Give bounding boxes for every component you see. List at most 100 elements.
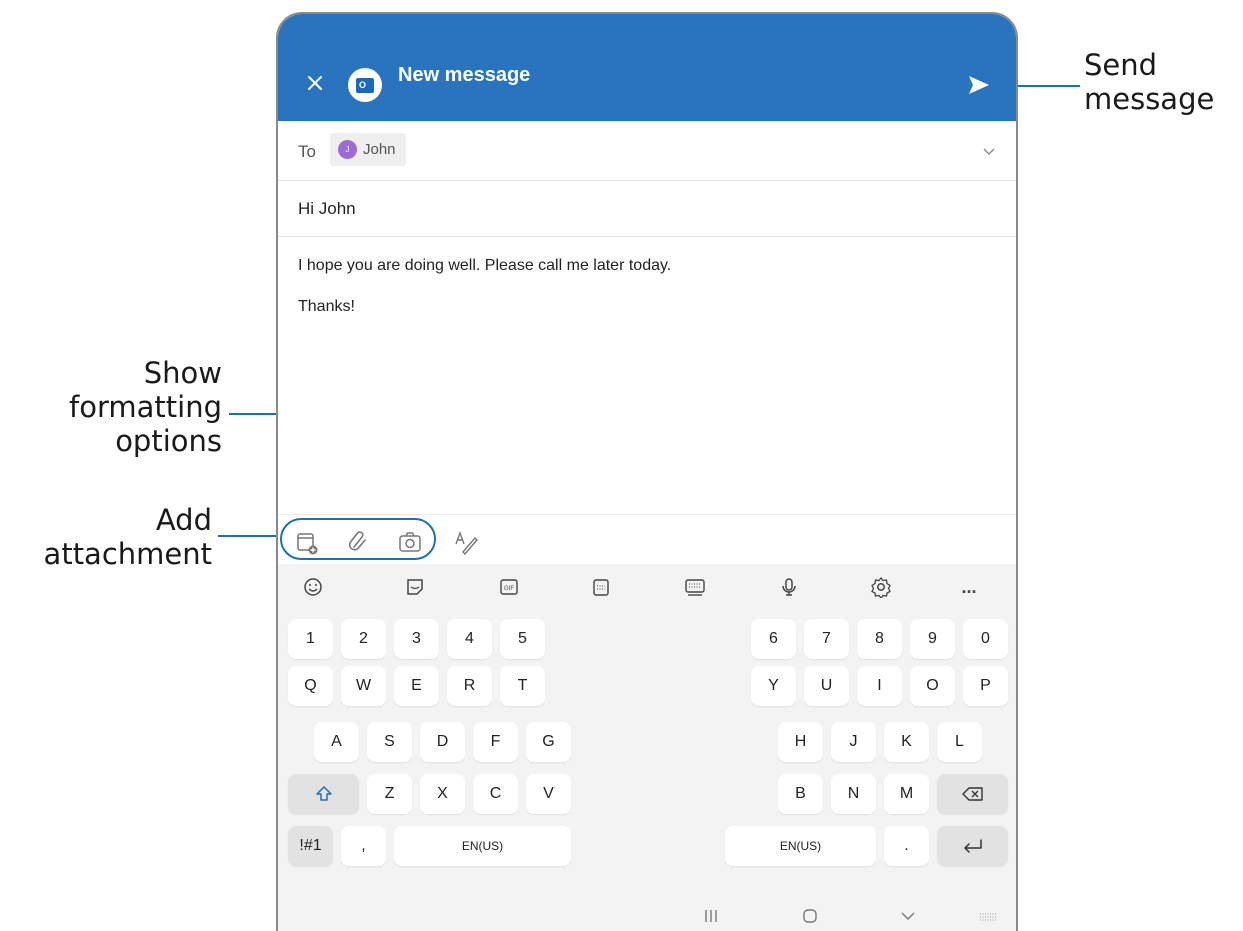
key-2[interactable]: 2 (341, 619, 386, 659)
key-f[interactable]: F (473, 722, 518, 762)
key-label: F (490, 733, 501, 750)
recent-apps-icon[interactable] (704, 908, 718, 929)
key-n[interactable]: N (831, 774, 876, 814)
navigation-bar (278, 902, 1016, 931)
emoji-icon[interactable] (302, 576, 324, 598)
key-0[interactable]: 0 (963, 619, 1008, 659)
backspace-key[interactable] (937, 774, 1008, 814)
to-field[interactable]: To J John (278, 121, 1016, 181)
space-key-right[interactable]: EN(US) (725, 826, 876, 866)
key-t[interactable]: T (500, 666, 545, 706)
key-q[interactable]: Q (288, 666, 333, 706)
key-3[interactable]: 3 (394, 619, 439, 659)
gif-icon[interactable]: GIF (498, 576, 520, 598)
key-label: A (331, 733, 342, 750)
message-body-line[interactable]: Thanks! (298, 296, 355, 318)
shift-key[interactable] (288, 774, 359, 814)
key-a[interactable]: A (314, 722, 359, 762)
key-9[interactable]: 9 (910, 619, 955, 659)
key-label: I (877, 677, 882, 694)
gear-icon[interactable] (870, 576, 892, 598)
key-label: Q (304, 677, 317, 694)
key-label: . (904, 837, 909, 854)
paperclip-icon[interactable] (346, 530, 370, 554)
callout-text: formatting (69, 390, 222, 424)
period-key[interactable]: . (884, 826, 929, 866)
key-x[interactable]: X (420, 774, 465, 814)
key-6[interactable]: 6 (751, 619, 796, 659)
key-v[interactable]: V (526, 774, 571, 814)
close-icon[interactable] (304, 72, 326, 94)
symbols-key[interactable]: !#1 (288, 826, 333, 866)
key-j[interactable]: J (831, 722, 876, 762)
key-o[interactable]: O (910, 666, 955, 706)
clipboard-icon[interactable] (590, 576, 612, 598)
key-label: H (794, 733, 807, 750)
key-b[interactable]: B (778, 774, 823, 814)
message-body-line[interactable]: I hope you are doing well. Please call m… (298, 255, 671, 277)
key-m[interactable]: M (884, 774, 929, 814)
key-p[interactable]: P (963, 666, 1008, 706)
send-icon[interactable] (968, 75, 990, 95)
shift-icon (315, 786, 332, 801)
key-d[interactable]: D (420, 722, 465, 762)
chevron-down-icon[interactable] (982, 147, 996, 156)
key-label: B (795, 785, 806, 802)
key-label: M (899, 785, 914, 802)
key-s[interactable]: S (367, 722, 412, 762)
back-chevron-down-icon[interactable] (900, 908, 916, 929)
key-label: O (926, 677, 939, 694)
key-label: 2 (359, 630, 368, 647)
key-c[interactable]: C (473, 774, 518, 814)
key-u[interactable]: U (804, 666, 849, 706)
key-label: 3 (412, 630, 421, 647)
key-r[interactable]: R (447, 666, 492, 706)
key-label: P (980, 677, 991, 694)
key-label: T (517, 677, 528, 694)
comma-key[interactable]: , (341, 826, 386, 866)
key-label: R (463, 677, 476, 694)
compose-header: O New message (278, 14, 1016, 121)
key-w[interactable]: W (341, 666, 386, 706)
key-h[interactable]: H (778, 722, 823, 762)
key-label: S (384, 733, 395, 750)
add-file-icon[interactable] (295, 531, 319, 555)
key-l[interactable]: L (937, 722, 982, 762)
keyboard-switch-icon[interactable] (978, 908, 998, 929)
formatting-icon[interactable] (453, 529, 479, 555)
key-i[interactable]: I (857, 666, 902, 706)
callout-text: message (1084, 82, 1215, 116)
key-e[interactable]: E (394, 666, 439, 706)
key-5[interactable]: 5 (500, 619, 545, 659)
camera-icon[interactable] (398, 530, 422, 554)
key-7[interactable]: 7 (804, 619, 849, 659)
home-icon[interactable] (802, 908, 818, 929)
key-label: W (355, 677, 372, 694)
enter-key[interactable] (937, 826, 1008, 866)
page-title: New message (398, 64, 531, 86)
key-4[interactable]: 4 (447, 619, 492, 659)
more-options-icon[interactable]: ... (958, 576, 980, 598)
key-1[interactable]: 1 (288, 619, 333, 659)
key-y[interactable]: Y (751, 666, 796, 706)
key-label: 7 (822, 630, 831, 647)
key-8[interactable]: 8 (857, 619, 902, 659)
logo-letter: O (359, 80, 367, 90)
key-label: C (489, 785, 502, 802)
recipient-chip[interactable]: J John (330, 133, 406, 166)
callout-send-message: Send message (1084, 48, 1214, 116)
key-z[interactable]: Z (367, 774, 412, 814)
key-k[interactable]: K (884, 722, 929, 762)
key-label: 9 (928, 630, 937, 647)
subject-field[interactable]: Hi John (278, 181, 1016, 237)
key-g[interactable]: G (526, 722, 571, 762)
sticker-icon[interactable] (404, 576, 426, 598)
keyboard-mode-icon[interactable] (684, 576, 706, 598)
microphone-icon[interactable] (778, 576, 800, 598)
space-key-left[interactable]: EN(US) (394, 826, 571, 866)
onscreen-keyboard: GIF ... 1 2 3 4 5 6 7 8 9 0 Q W E R T Y … (278, 564, 1016, 931)
key-label: !#1 (299, 837, 322, 854)
key-label: D (436, 733, 449, 750)
keyboard-toolbar: GIF ... (278, 564, 1016, 609)
key-label: 4 (465, 630, 474, 647)
